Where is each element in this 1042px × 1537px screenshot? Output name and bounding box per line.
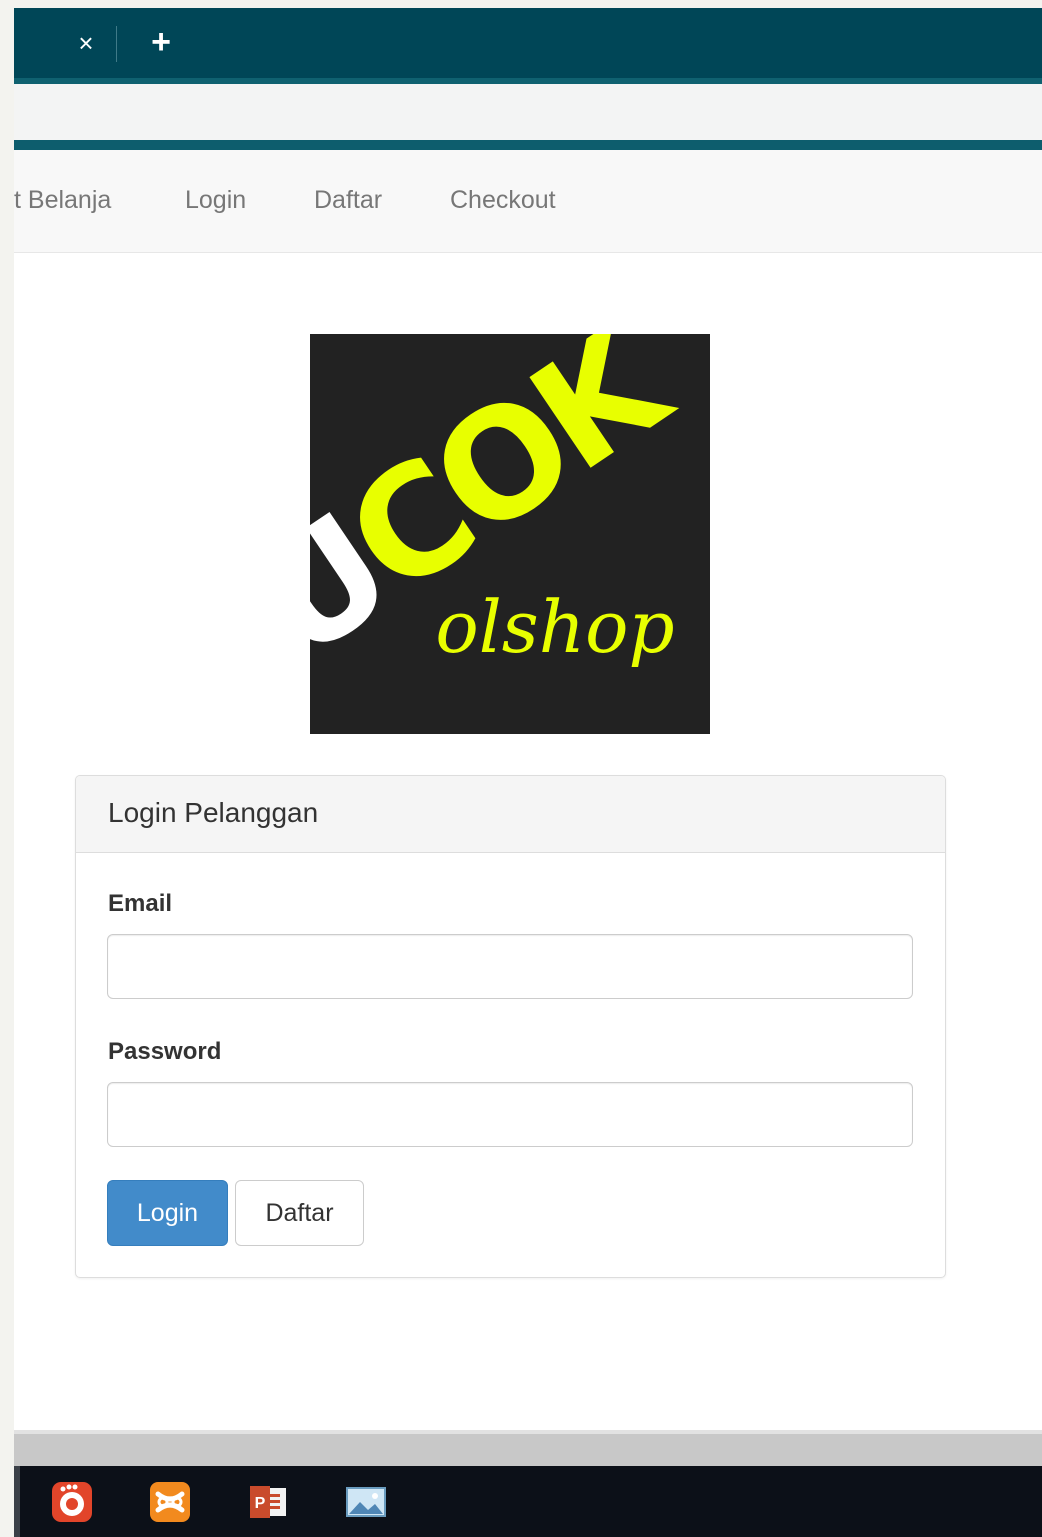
browser-tab-bar: × + (14, 8, 1042, 78)
snagit-icon[interactable] (50, 1480, 94, 1524)
login-button[interactable]: Login (107, 1180, 228, 1246)
close-tab-icon[interactable]: × (74, 26, 98, 60)
logo-tagline: olshop (435, 585, 674, 669)
nav-link-daftar[interactable]: Daftar (314, 186, 382, 215)
nav-link-keranjang-belanja[interactable]: t Belanja (14, 186, 111, 215)
horizontal-scrollbar[interactable] (14, 1430, 1042, 1466)
email-label: Email (108, 890, 173, 917)
email-field[interactable] (107, 934, 913, 999)
address-bar[interactable] (14, 84, 1042, 140)
shop-logo-graphic: UCOK olshop (224, 293, 710, 734)
tab-separator (116, 26, 117, 62)
xampp-icon[interactable] (148, 1480, 192, 1524)
svg-text:P: P (255, 1495, 266, 1512)
taskbar-edge (14, 1466, 20, 1537)
register-button[interactable]: Daftar (235, 1180, 364, 1246)
nav-link-checkout[interactable]: Checkout (450, 186, 556, 215)
taskbar: P (14, 1466, 1042, 1537)
panel-title: Login Pelanggan (108, 797, 319, 828)
panel-heading: Login Pelanggan (76, 776, 945, 853)
browser-window: × + t Belanja Login Daftar Checkout UCOK… (14, 8, 1042, 1537)
nav-link-login[interactable]: Login (185, 186, 246, 215)
toolbar-edge (14, 140, 1042, 150)
login-panel: Login Pelanggan Email Password Login Daf… (75, 775, 946, 1278)
password-label: Password (108, 1038, 222, 1065)
photo-viewer-icon[interactable] (344, 1480, 388, 1524)
new-tab-icon[interactable]: + (146, 24, 176, 60)
site-navbar: t Belanja Login Daftar Checkout (14, 150, 1042, 253)
powerpoint-icon[interactable]: P (246, 1480, 290, 1524)
password-field[interactable] (107, 1082, 913, 1147)
shop-logo: UCOK olshop (224, 293, 710, 734)
